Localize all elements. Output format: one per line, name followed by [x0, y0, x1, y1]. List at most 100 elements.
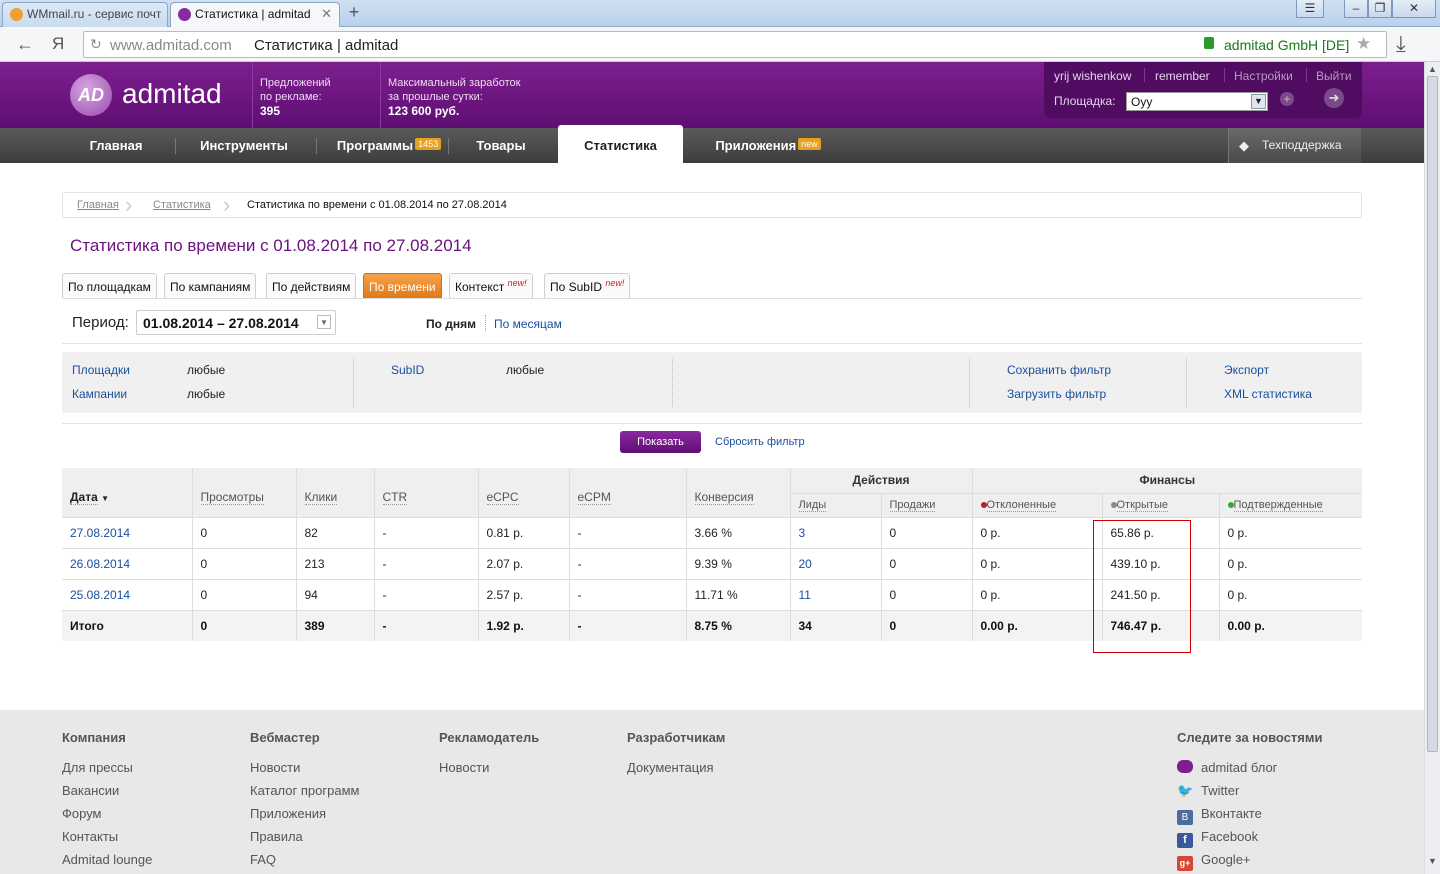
settings-link[interactable]: Настройки	[1234, 69, 1293, 83]
social-admitad[interactable]: admitad блог	[1177, 760, 1277, 775]
export-link[interactable]: Экспорт	[1224, 363, 1269, 377]
table-cell[interactable]: 3	[789, 516, 881, 548]
by-days[interactable]: По дням	[426, 317, 476, 331]
breadcrumb-stats[interactable]: Статистика	[153, 199, 211, 211]
col-ecpm[interactable]: eCPM	[568, 468, 686, 517]
admitad-logo-icon[interactable]: AD	[70, 74, 112, 116]
social-twitter[interactable]: 🐦 Twitter	[1177, 783, 1239, 799]
footer-link[interactable]: Приложения	[250, 806, 326, 821]
breadcrumb: Главная › Статистика › Статистика по вре…	[62, 192, 1362, 218]
minimize-icon[interactable]: –	[1344, 0, 1368, 18]
date-link[interactable]: 26.08.2014	[70, 557, 130, 571]
campaigns-filter-link[interactable]: Кампании	[72, 387, 127, 401]
new-tab-icon[interactable]: +	[343, 3, 365, 23]
footer-link[interactable]: Для прессы	[62, 760, 133, 775]
table-cell[interactable]: 11	[789, 578, 881, 610]
logout-arrow-icon[interactable]: ➜	[1324, 88, 1344, 108]
save-filter-link[interactable]: Сохранить фильтр	[1007, 363, 1111, 377]
col-ecpc[interactable]: eCPC	[477, 468, 569, 517]
leads-link[interactable]: 20	[799, 557, 812, 571]
footer-link[interactable]: Новости	[250, 760, 300, 775]
nav-statistics-active[interactable]: Статистика	[558, 125, 683, 163]
footer-link[interactable]: Правила	[250, 829, 303, 844]
scroll-up-icon[interactable]: ▲	[1428, 64, 1437, 74]
col-date[interactable]: Дата ▼	[62, 468, 192, 517]
show-button[interactable]: Показать	[620, 431, 701, 453]
table-cell[interactable]: 20	[789, 547, 881, 579]
tab-by-time[interactable]: По времени	[363, 273, 442, 298]
chevron-down-icon[interactable]: ▼	[317, 315, 331, 329]
col-conversion[interactable]: Конверсия	[685, 468, 790, 517]
bookmark-star-icon[interactable]: ★	[1356, 34, 1371, 54]
footer-link[interactable]: FAQ	[250, 852, 276, 867]
tab-context[interactable]: Контекст new!	[449, 273, 533, 298]
back-icon[interactable]: ←	[16, 34, 34, 55]
nav-home[interactable]: Главная	[70, 128, 162, 163]
support-button[interactable]: ◆ Техподдержка	[1228, 128, 1361, 163]
yandex-icon[interactable]: Я	[52, 34, 64, 54]
footer-link[interactable]: Каталог программ	[250, 783, 359, 798]
load-filter-link[interactable]: Загрузить фильтр	[1007, 387, 1106, 401]
footer-link[interactable]: Форум	[62, 806, 102, 821]
reset-filter-link[interactable]: Сбросить фильтр	[715, 436, 805, 448]
col-leads[interactable]: Лиды	[789, 492, 881, 517]
tab-by-subid[interactable]: По SubID new!	[544, 273, 631, 298]
footer-link[interactable]: Вакансии	[62, 783, 119, 798]
social-googleplus[interactable]: g+ Google+	[1177, 852, 1251, 871]
social-facebook[interactable]: f Facebook	[1177, 829, 1258, 848]
sort-desc-icon[interactable]: ▼	[101, 494, 109, 503]
table-cell[interactable]: 25.08.2014	[62, 578, 192, 610]
tab-by-sites[interactable]: По площадкам	[62, 273, 157, 298]
browser-tab-admitad[interactable]: Статистика | admitad ✕	[170, 2, 340, 27]
chevron-down-icon[interactable]: ▼	[1251, 94, 1266, 109]
col-confirmed[interactable]: Подтвержденные	[1218, 492, 1362, 517]
date-link[interactable]: 27.08.2014	[70, 526, 130, 540]
footer-link[interactable]: Документация	[627, 760, 714, 775]
nav-products[interactable]: Товары	[460, 128, 542, 163]
period-picker[interactable]: 01.08.2014 – 27.08.2014 ▼	[136, 310, 336, 335]
nav-programs[interactable]: Программы 1453	[330, 128, 448, 163]
browser-tab-wmmail[interactable]: WMmail.ru - сервис почт	[2, 2, 168, 27]
social-vk[interactable]: B Вконтакте	[1177, 806, 1262, 825]
footer-link[interactable]: Новости	[439, 760, 489, 775]
footer-link[interactable]: Контакты	[62, 829, 118, 844]
remember-link[interactable]: remember	[1155, 69, 1210, 83]
url-field[interactable]: ↻ www.admitad.com Статистика | admitad a…	[83, 31, 1387, 58]
add-platform-icon[interactable]: +	[1280, 92, 1294, 106]
tab-by-actions[interactable]: По действиям	[266, 273, 357, 298]
nav-tools[interactable]: Инструменты	[188, 128, 300, 163]
tab-by-campaigns[interactable]: По кампаниям	[164, 273, 257, 298]
restore-icon[interactable]: ❐	[1368, 0, 1392, 18]
col-ctr[interactable]: CTR	[373, 468, 478, 517]
table-cell[interactable]: 27.08.2014	[62, 516, 192, 548]
certificate-label[interactable]: admitad GmbH [DE]	[1224, 37, 1349, 53]
menu-icon[interactable]: ☰	[1296, 0, 1324, 18]
nav-apps[interactable]: Приложения new	[700, 128, 836, 163]
scrollbar[interactable]: ▲ ▼	[1424, 62, 1440, 874]
by-months-link[interactable]: По месяцам	[494, 317, 562, 331]
downloads-icon[interactable]: ⤓	[1396, 27, 1406, 60]
logo-text[interactable]: admitad	[122, 78, 222, 110]
logout-link[interactable]: Выйти	[1316, 69, 1352, 83]
date-link[interactable]: 25.08.2014	[70, 588, 130, 602]
leads-link[interactable]: 11	[799, 588, 811, 602]
footer-link[interactable]: Admitad lounge	[62, 852, 152, 867]
scroll-thumb[interactable]	[1427, 76, 1438, 752]
subid-filter-link[interactable]: SubID	[391, 363, 424, 377]
sites-filter-link[interactable]: Площадки	[72, 363, 130, 377]
scroll-down-icon[interactable]: ▼	[1428, 856, 1437, 866]
platform-select[interactable]: Oyy ▼	[1126, 92, 1268, 111]
close-tab-icon[interactable]: ✕	[321, 3, 332, 25]
col-views[interactable]: Просмотры	[191, 468, 296, 517]
col-sales[interactable]: Продажи	[880, 492, 972, 517]
breadcrumb-home[interactable]: Главная	[77, 199, 119, 211]
xml-stats-link[interactable]: XML статистика	[1224, 387, 1312, 401]
col-clicks[interactable]: Клики	[295, 468, 374, 517]
reload-icon[interactable]: ↻	[90, 36, 102, 53]
table-cell[interactable]: 26.08.2014	[62, 547, 192, 579]
col-rejected[interactable]: Отклоненные	[971, 492, 1102, 517]
username[interactable]: yrij wishenkow	[1054, 69, 1131, 83]
leads-link[interactable]: 3	[799, 526, 806, 540]
window-close-icon[interactable]: ✕	[1392, 0, 1436, 18]
col-open[interactable]: Открытые	[1101, 492, 1219, 517]
